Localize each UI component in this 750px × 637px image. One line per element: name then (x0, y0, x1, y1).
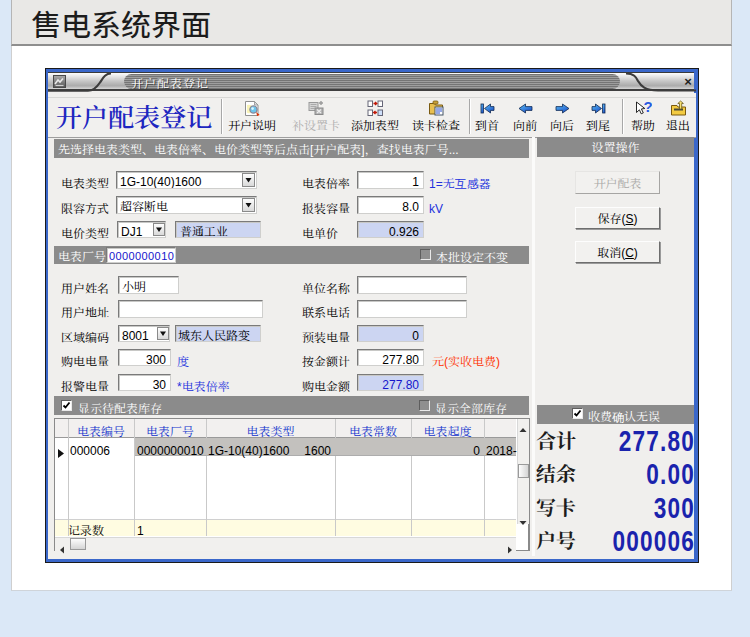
svg-text:?: ? (644, 100, 653, 115)
